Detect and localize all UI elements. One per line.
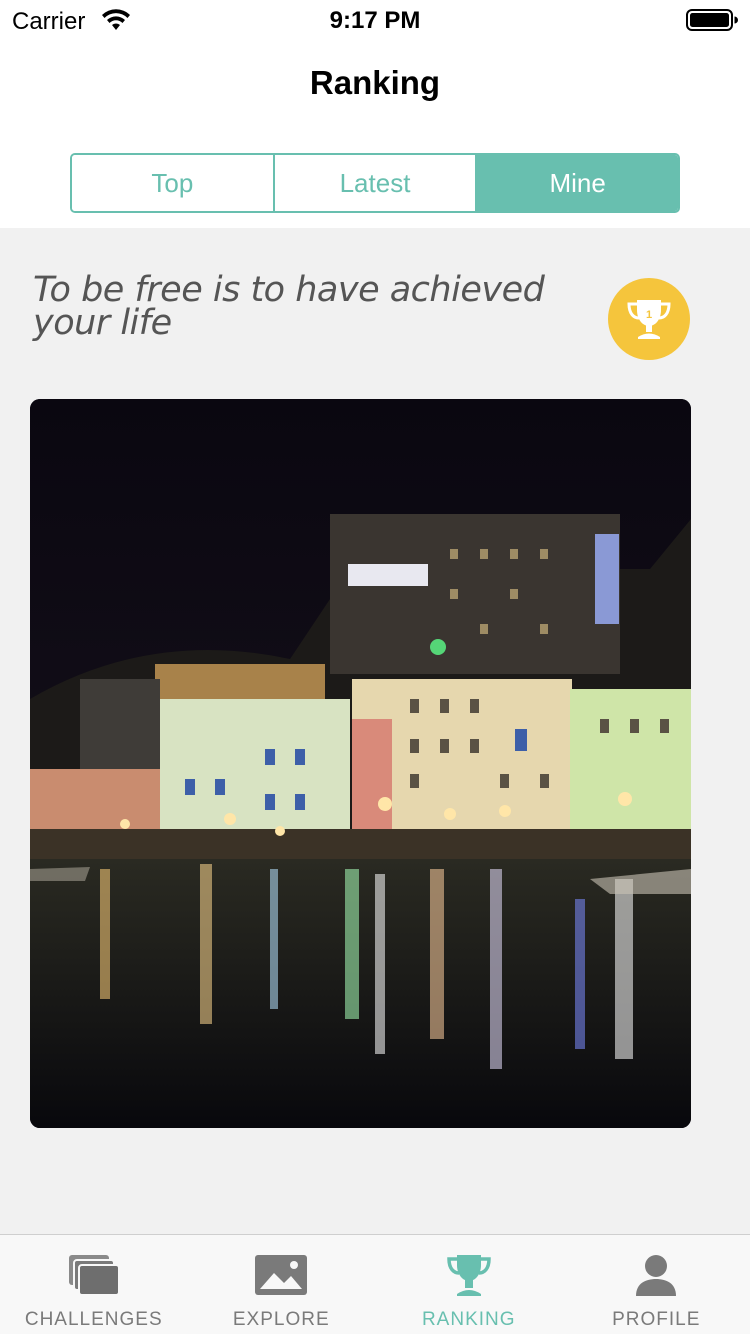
ranking-content: To be free is to have achieved your life…	[0, 228, 750, 1234]
segment-mine[interactable]: Mine	[475, 155, 678, 211]
tab-bar: CHALLENGES EXPLORE RANKING PROFILE	[0, 1234, 750, 1334]
battery-icon	[686, 9, 738, 31]
tab-explore[interactable]: EXPLORE	[188, 1235, 376, 1334]
tab-profile[interactable]: PROFILE	[563, 1235, 750, 1334]
page-title: Ranking	[309, 64, 441, 101]
challenge-title: To be free is to have achieved your life	[33, 270, 545, 343]
tab-label: CHALLENGES	[24, 1309, 163, 1330]
tab-label: RANKING	[421, 1309, 516, 1330]
trophy-icon: 1	[627, 300, 671, 339]
night-harbor-image	[30, 399, 691, 1128]
challenges-icon	[68, 1255, 120, 1296]
badge-rank-number: 1	[646, 309, 652, 321]
tab-ranking[interactable]: RANKING	[375, 1235, 563, 1334]
image-icon	[255, 1255, 308, 1295]
status-bar: Carrier 9:17 PM	[0, 0, 750, 40]
tab-challenges[interactable]: CHALLENGES	[0, 1235, 188, 1334]
tab-label: PROFILE	[612, 1309, 701, 1330]
ranking-filter-segmented-control: Top Latest Mine	[70, 153, 680, 213]
status-time: 9:17 PM	[329, 7, 421, 34]
rank-badge[interactable]: 1	[608, 278, 690, 360]
tab-label: EXPLORE	[232, 1309, 330, 1330]
segment-top[interactable]: Top	[72, 155, 273, 211]
trophy-icon	[446, 1255, 491, 1296]
segment-latest[interactable]: Latest	[272, 155, 476, 211]
challenge-photo[interactable]	[30, 399, 691, 1128]
person-icon	[636, 1255, 677, 1296]
